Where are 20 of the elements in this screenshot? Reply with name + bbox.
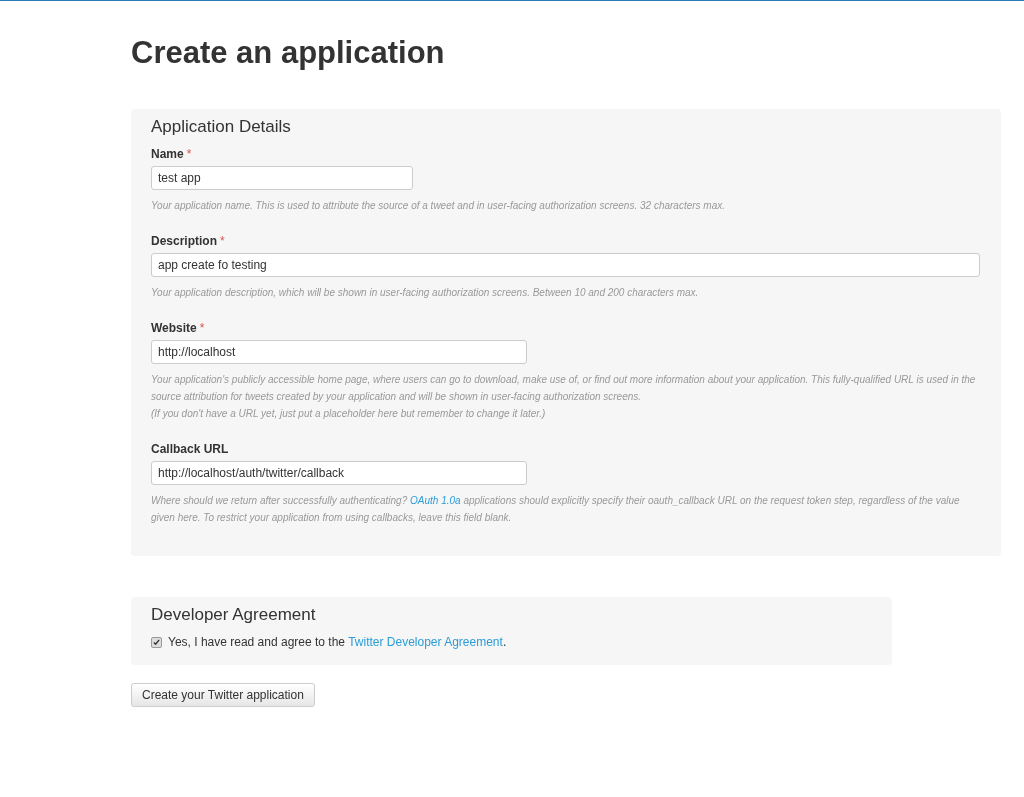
help-text: Your application description, which will be shown in user-facing authorization screens. Between 10 and 200 characters max. bbox=[151, 286, 700, 300]
field-label: Description * bbox=[151, 234, 226, 248]
agreement-text: Yes, I have read and agree to the Twitter Developer Agreement. bbox=[168, 635, 507, 649]
section-title: Developer Agreement bbox=[151, 605, 317, 625]
checkbox[interactable] bbox=[151, 636, 162, 648]
help-text: (If you don't have a URL yet, just put a placeholder here but remember to change it later.) bbox=[151, 407, 547, 421]
text-input[interactable]: http://localhost bbox=[151, 340, 527, 364]
field-label: Name * bbox=[151, 147, 193, 161]
page-title: Create an application bbox=[131, 35, 446, 71]
help-text: Your application name. This is used to attribute the source of a tweet and in user-facing authorization screens. 32 characters max. bbox=[151, 199, 727, 213]
text-input[interactable]: http://localhost/auth/twitter/callback bbox=[151, 461, 527, 485]
section-title: Application Details bbox=[151, 117, 292, 137]
field-label: Website * bbox=[151, 321, 206, 335]
help-text: Where should we return after successfully authenticating? OAuth 1.0a applications should explicitly specify their oauth_callback URL on the request token step, regardless of the value given here. To restrict your application from using callbacks, leave this field blank. bbox=[151, 494, 961, 525]
text-input[interactable]: test app bbox=[151, 166, 413, 190]
field-label: Callback URL bbox=[151, 442, 230, 456]
help-text: Your application's publicly accessible home page, where users can go to download, make use of, or find out more information about your application. This fully-qualified URL is used in the source attribution for tweets created by your application and will be shown in user-facing authorization screens. bbox=[151, 373, 977, 404]
text-input[interactable]: app create fo testing bbox=[151, 253, 980, 277]
create-button[interactable]: Create your Twitter application bbox=[131, 683, 315, 707]
check-icon bbox=[153, 638, 160, 646]
